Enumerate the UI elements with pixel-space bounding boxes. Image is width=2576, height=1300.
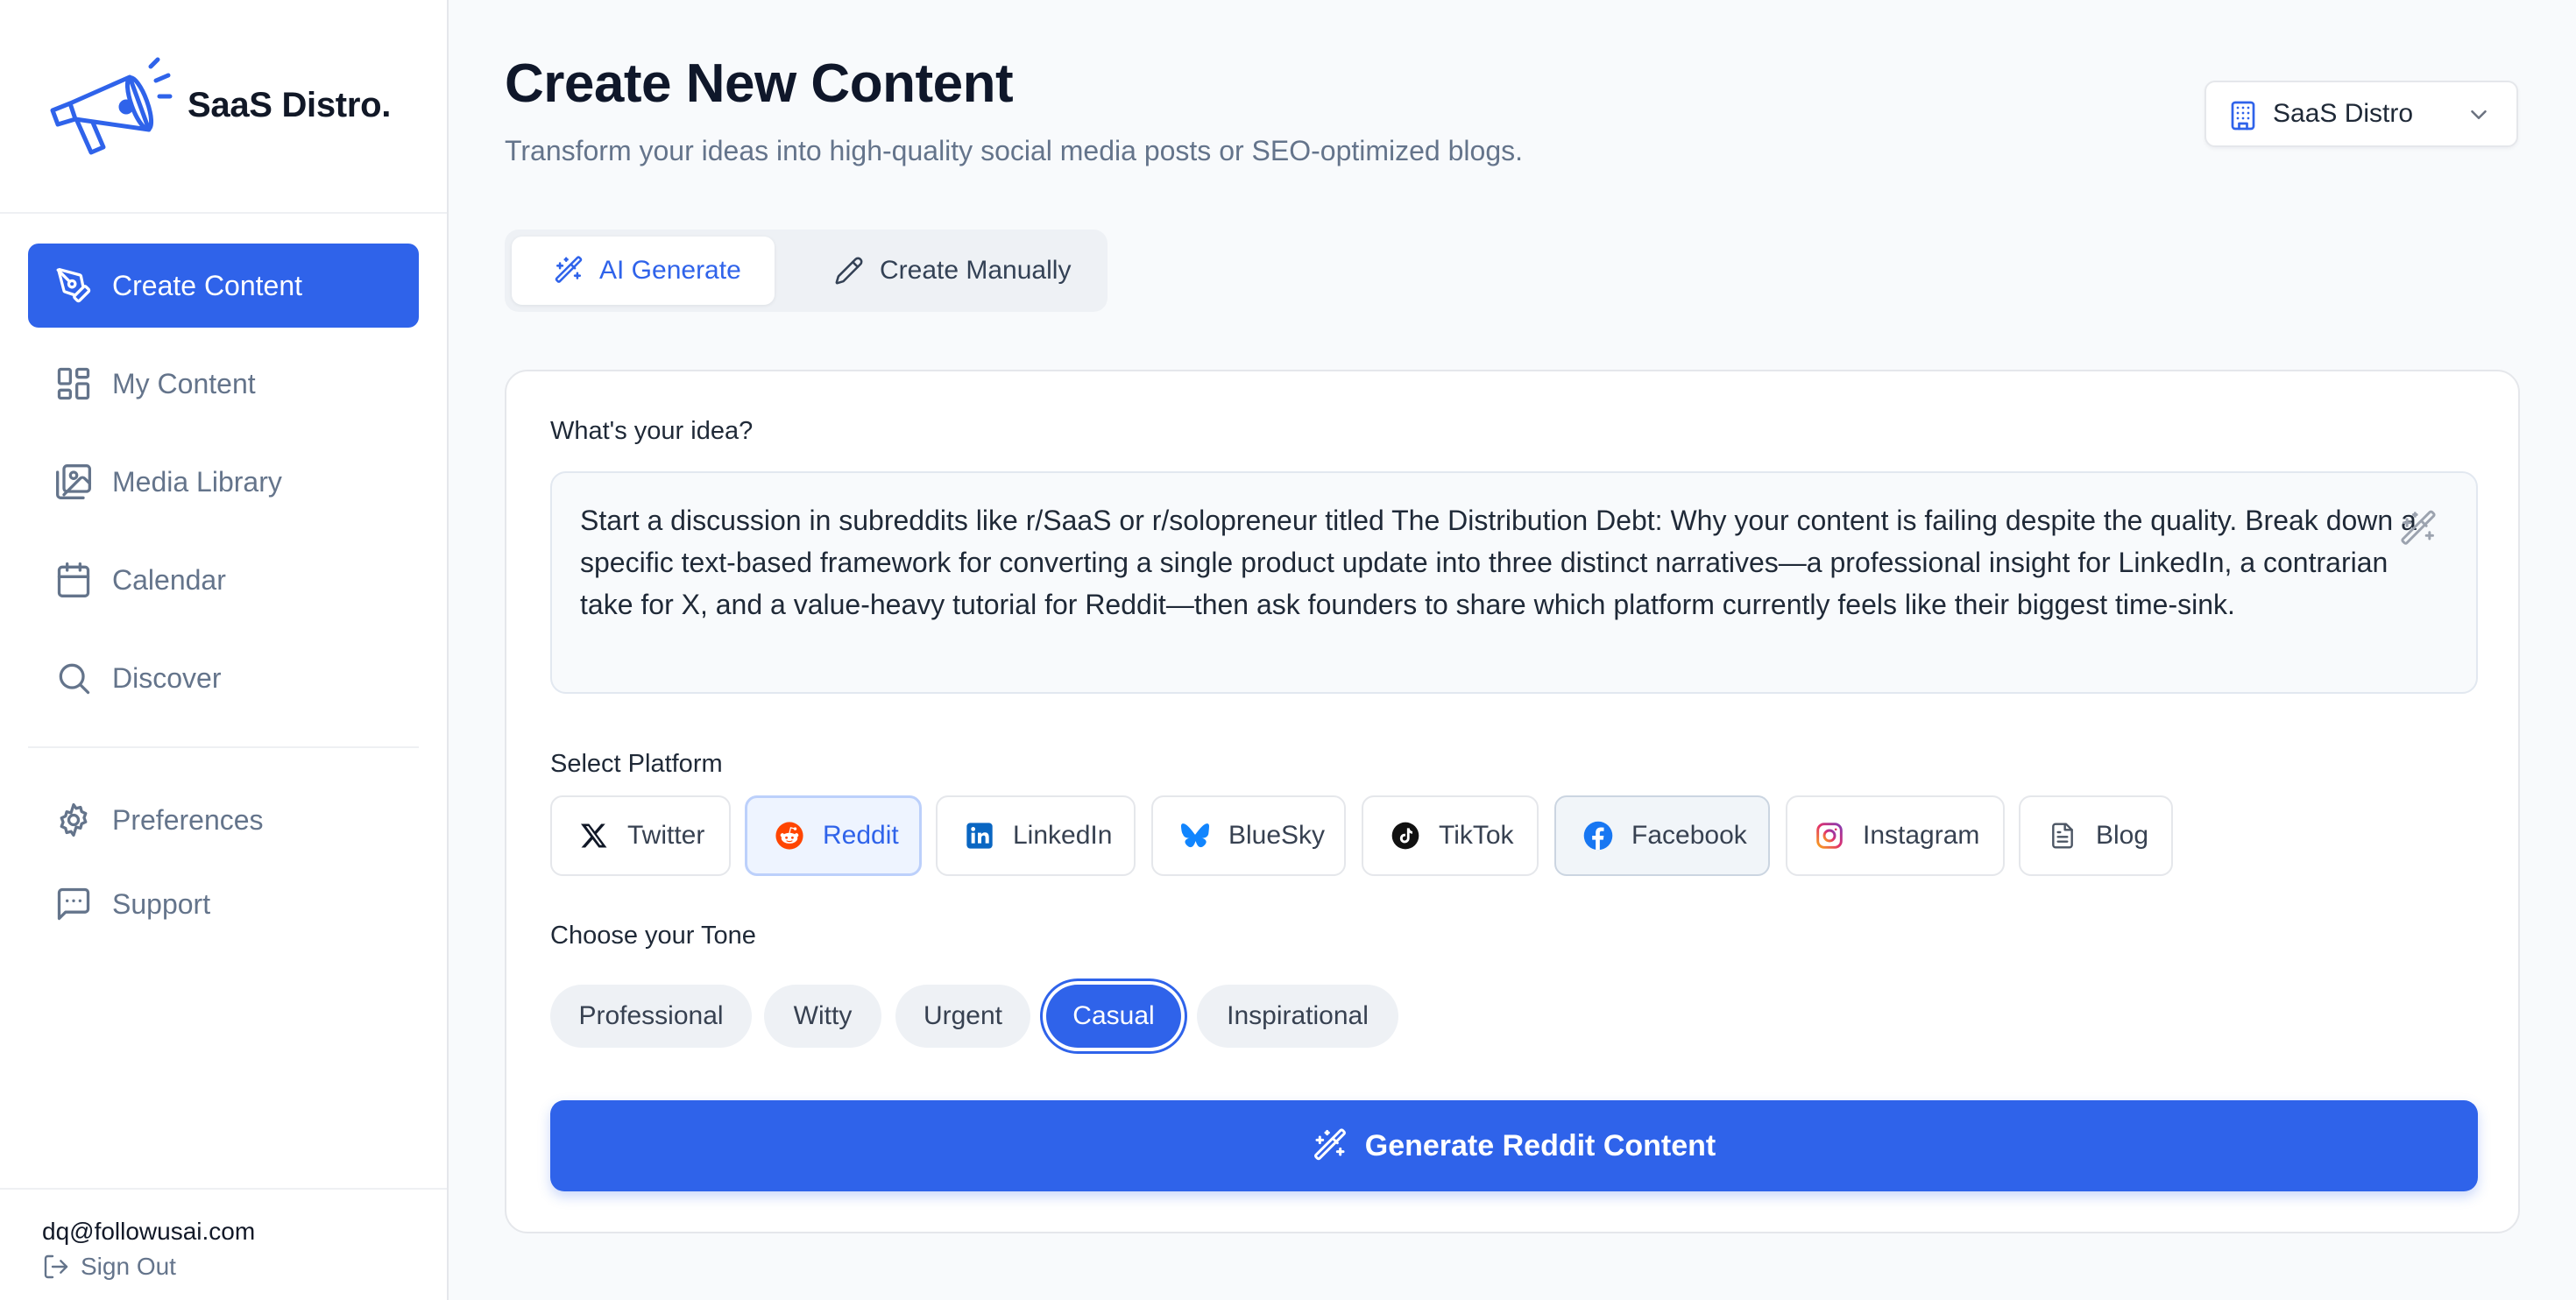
platform-label-text: LinkedIn [1013, 821, 1113, 850]
platform-label-text: TikTok [1439, 821, 1514, 850]
sidebar-item-calendar[interactable]: Calendar [28, 538, 419, 622]
log-out-icon [44, 1254, 68, 1279]
sidebar-item-support[interactable]: Support [28, 862, 419, 946]
magic-wand-icon [555, 256, 583, 283]
platform-reddit[interactable]: Reddit [745, 795, 922, 876]
sidebar-item-discover[interactable]: Discover [28, 636, 419, 720]
user-email: dq@followusai.com [42, 1218, 256, 1245]
tone-professional[interactable]: Professional [550, 985, 752, 1048]
message-square-icon [57, 887, 90, 921]
sidebar-item-label: Media Library [112, 465, 282, 498]
platform-label: Select Platform [550, 750, 723, 778]
sidebar-item-label: Calendar [112, 563, 226, 596]
sign-out-button[interactable]: Sign Out [42, 1253, 176, 1281]
tone-casual[interactable]: Casual [1046, 985, 1181, 1048]
bluesky-butterfly-icon [1179, 820, 1211, 851]
idea-label: What's your idea? [550, 417, 754, 445]
sidebar-item-label: Create Content [112, 269, 303, 301]
platform-instagram[interactable]: Instagram [1786, 795, 2005, 876]
tiktok-icon [1390, 820, 1421, 851]
tab-create-manually[interactable]: Create Manually [782, 237, 1097, 305]
sidebar-item-create-content[interactable]: Create Content [28, 244, 419, 328]
sidebar-item-label: Discover [112, 661, 222, 694]
user-box: dq@followusai.com Sign Out [0, 1188, 447, 1300]
sidebar-item-label: Preferences [112, 803, 264, 836]
page-title: Create New Content [505, 53, 1014, 114]
idea-textarea[interactable]: Start a discussion in subreddits like r/… [550, 471, 2478, 694]
enhance-wand-icon[interactable] [2399, 510, 2438, 548]
workspace-select[interactable]: SaaS Distro [2204, 81, 2518, 147]
generate-label: Generate Reddit Content [1364, 1128, 1716, 1162]
sign-out-label: Sign Out [81, 1253, 176, 1280]
brand-name: SaaS Distro. [188, 86, 392, 124]
sidebar: SaaS Distro. Create Content My Content M… [0, 0, 449, 1300]
instagram-icon [1814, 820, 1845, 851]
sidebar-item-label: My Content [112, 367, 256, 399]
linkedin-icon [964, 820, 995, 851]
platform-label-text: Reddit [823, 821, 899, 850]
platform-linkedin[interactable]: LinkedIn [936, 795, 1136, 876]
platform-label-text: Twitter [627, 821, 705, 850]
file-text-icon [2047, 820, 2078, 851]
gear-icon [60, 802, 88, 837]
platform-facebook[interactable]: Facebook [1554, 795, 1770, 876]
tab-label: Create Manually [880, 256, 1072, 285]
tab-label: AI Generate [599, 256, 741, 285]
platform-bluesky[interactable]: BlueSky [1151, 795, 1346, 876]
platform-tiktok[interactable]: TikTok [1362, 795, 1539, 876]
mode-tabs: AI Generate Create Manually [505, 230, 1108, 312]
layout-grid-icon [57, 367, 90, 400]
x-twitter-icon [578, 820, 610, 851]
page-subtitle: Transform your ideas into high-quality s… [505, 135, 1523, 166]
sidebar-item-media-library[interactable]: Media Library [28, 440, 419, 524]
tone-label: Choose your Tone [550, 922, 756, 950]
brand: SaaS Distro. [0, 0, 447, 214]
workspace-name: SaaS Distro [2273, 99, 2414, 128]
platform-label-text: Facebook [1631, 821, 1747, 850]
sidebar-divider [28, 746, 419, 748]
content-form-card: What's your idea? Start a discussion in … [505, 370, 2520, 1233]
platform-label-text: Instagram [1863, 821, 1980, 850]
facebook-icon [1582, 820, 1614, 851]
magic-wand-icon [1313, 1128, 1346, 1161]
tab-ai-generate[interactable]: AI Generate [512, 237, 775, 305]
platform-label-text: BlueSky [1228, 821, 1326, 850]
platform-label-text: Blog [2096, 821, 2149, 850]
generate-content-button[interactable]: Generate Reddit Content [550, 1100, 2478, 1191]
app-root: SaaS Distro. Create Content My Content M… [0, 0, 2576, 1300]
tone-inspirational[interactable]: Inspirational [1197, 985, 1398, 1048]
reddit-icon [774, 820, 805, 851]
chevron-down-icon [2471, 110, 2487, 119]
platform-blog[interactable]: Blog [2019, 795, 2173, 876]
calendar-icon [57, 562, 90, 597]
sidebar-item-my-content[interactable]: My Content [28, 342, 419, 426]
search-icon [59, 663, 90, 695]
megaphone-logo-icon [50, 57, 173, 155]
sidebar-item-label: Support [112, 887, 211, 920]
idea-text[interactable]: Start a discussion in subreddits like r/… [580, 499, 2438, 625]
building-icon [2231, 101, 2255, 131]
pencil-icon [835, 257, 863, 285]
images-icon [56, 464, 91, 499]
pen-tool-icon [56, 268, 91, 303]
tone-witty[interactable]: Witty [764, 985, 881, 1048]
tone-urgent[interactable]: Urgent [895, 985, 1030, 1048]
sidebar-item-preferences[interactable]: Preferences [28, 778, 419, 862]
platform-twitter[interactable]: Twitter [550, 795, 731, 876]
